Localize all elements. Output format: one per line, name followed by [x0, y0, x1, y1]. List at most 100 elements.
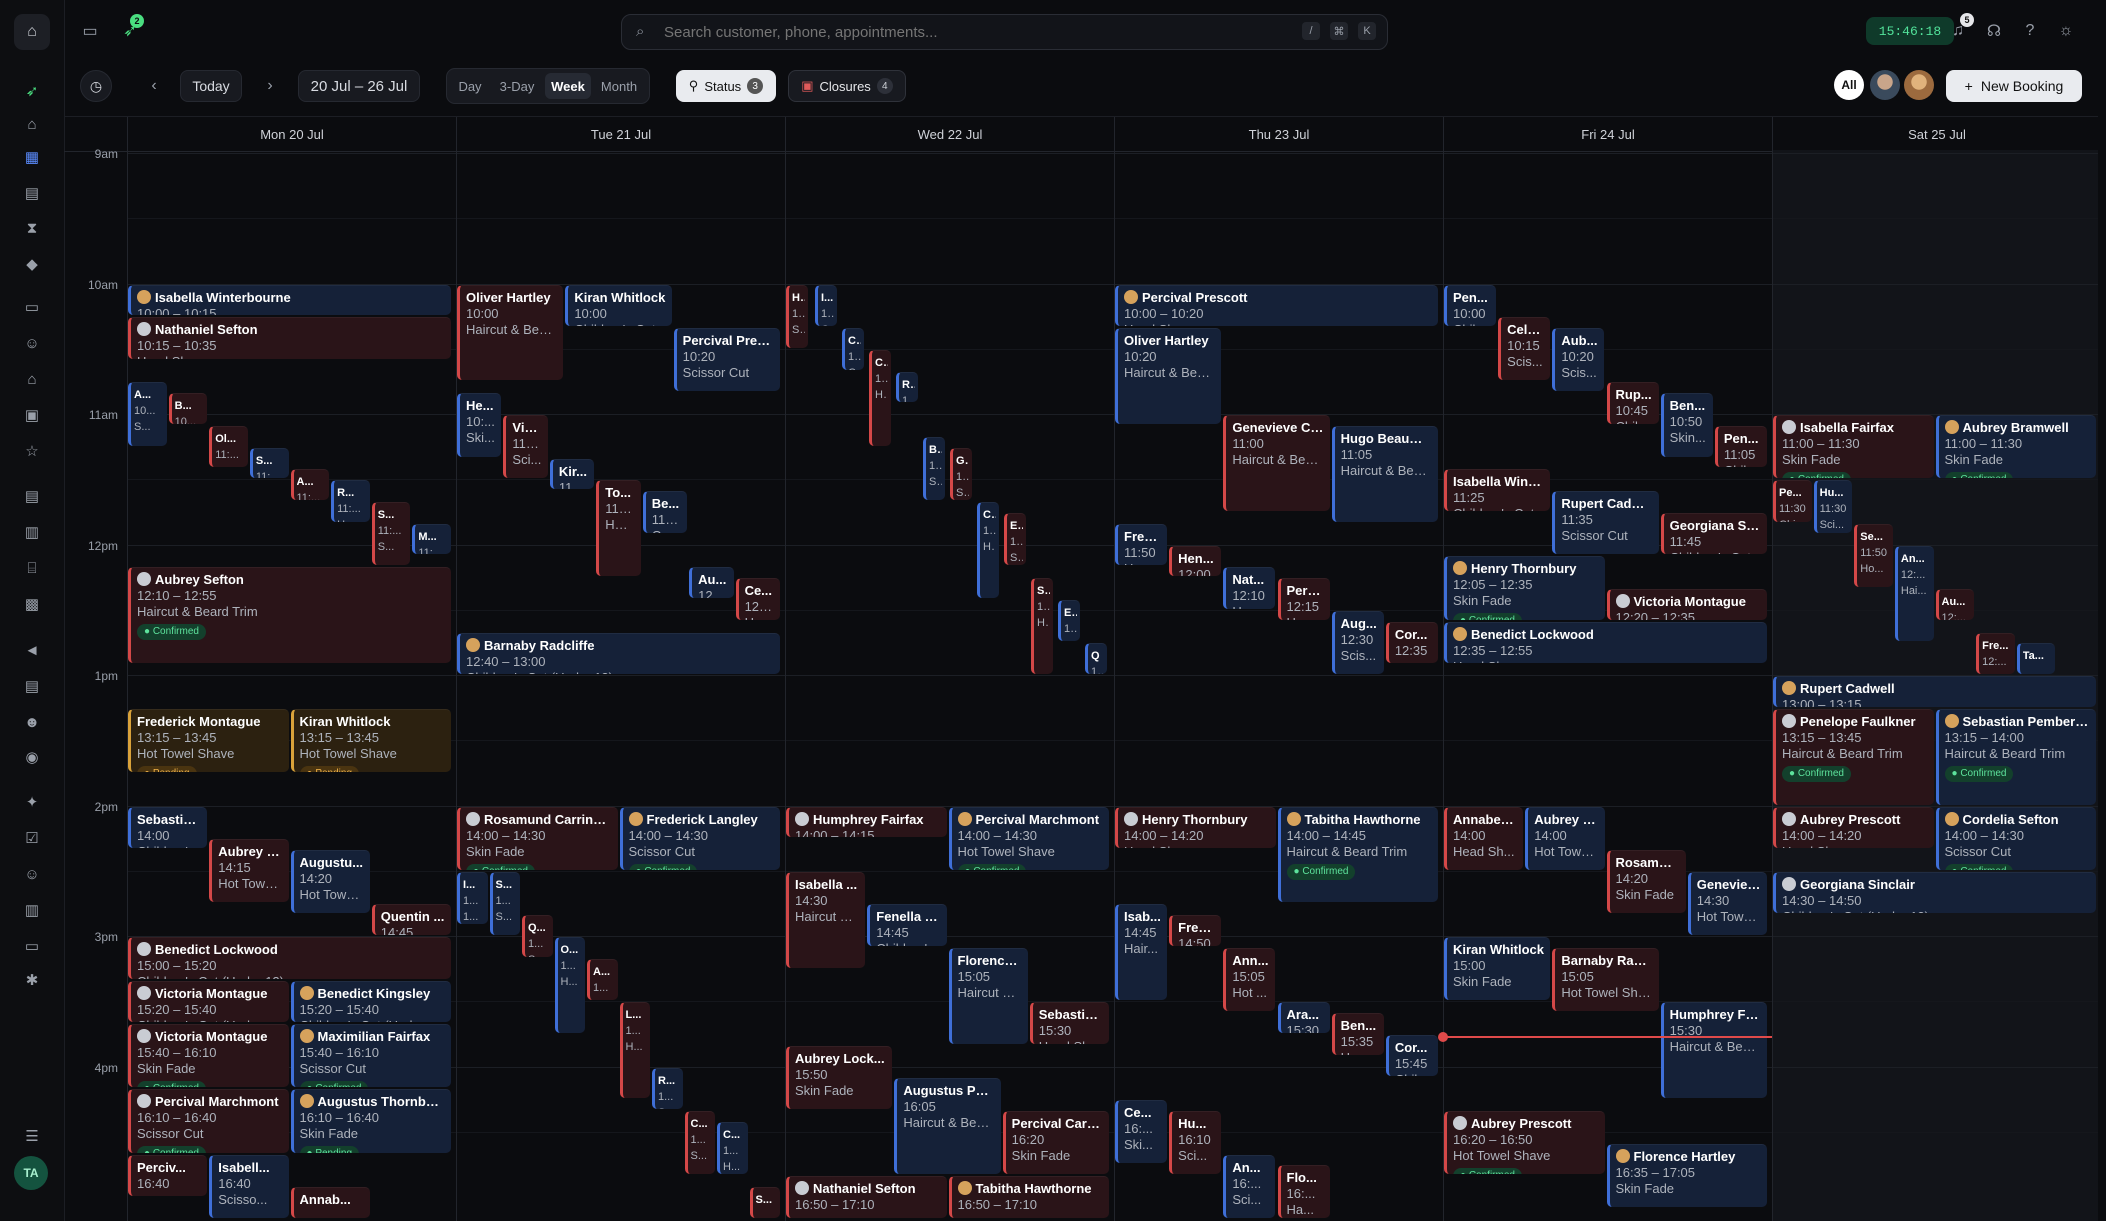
appointment-card[interactable]: Hugo Beaumo... 11:05 Haircut & Bear...	[1331, 425, 1438, 522]
appointment-card[interactable]: S... 1... S...	[489, 871, 520, 935]
appointment-card[interactable]: Penelope Faulkner 13:15 – 13:45 Haircut & …	[1773, 708, 1934, 805]
appointment-card[interactable]: Isab... 14:45 Hair...	[1115, 904, 1168, 1001]
receipt-icon[interactable]: ▥	[20, 520, 44, 544]
appointment-card[interactable]: R... 1... S...	[652, 1067, 683, 1109]
appointment-card[interactable]: Sebastia...14:00Children's Cut	[128, 806, 208, 848]
appointment-card[interactable]: Benedict Lockwood12:35 – 12:55Head Shave	[1444, 621, 1767, 664]
alert-circle-icon[interactable]: ◉	[20, 745, 44, 769]
appointment-card[interactable]: Se... 11:50 Ho...	[1854, 523, 1893, 587]
appointment-card[interactable]: Fre... 12:...	[1976, 632, 2015, 674]
appointment-card[interactable]: To... 11:30 Hai...	[596, 480, 641, 577]
appointment-card[interactable]: I... 1... 1...	[457, 871, 488, 925]
day-header[interactable]: Mon 20 Jul	[127, 117, 456, 151]
appointment-card[interactable]: Tabitha Hawthorne 14:00 – 14:45 Haircut & …	[1277, 806, 1438, 903]
appointment-card[interactable]: Percival Marchmont 16:10 – 16:40 Scissor C…	[128, 1089, 289, 1153]
appointment-card[interactable]: Kiran Whitlock10:00Children's Cut	[565, 284, 672, 326]
bar-chart-icon[interactable]: ▥	[20, 898, 44, 922]
appointment-card[interactable]: Humphrey Fai... 15:30 Haircut & Bear...	[1660, 1002, 1767, 1099]
staff-avatar[interactable]	[1870, 70, 1900, 100]
appointment-card[interactable]: Vic... 11:00 Sci...	[503, 415, 548, 479]
appointment-card[interactable]: E... 1... S...	[1004, 512, 1026, 566]
appointment-card[interactable]: An... 16:... Sci...	[1223, 1154, 1276, 1218]
appointment-card[interactable]: Rupert Cadwell 13:00 – 13:15	[1773, 676, 2096, 707]
appointment-card[interactable]: Fenella B...14:45Children'...	[867, 904, 947, 946]
user-avatar[interactable]: TA	[14, 1156, 48, 1190]
appointment-card[interactable]: C... 1... S...	[684, 1111, 715, 1175]
search-input[interactable]	[662, 21, 1186, 43]
day-header[interactable]: Fri 24 Jul	[1443, 117, 1772, 151]
appointment-card[interactable]: Sebastia...15:30Head Sh...	[1029, 1002, 1109, 1044]
appointment-card[interactable]: Be...11:35Chi...	[642, 491, 688, 533]
appointment-card[interactable]: Au...12:...He...	[1935, 589, 1975, 620]
appointment-card[interactable]: Percival Pres... 10:20 Scissor Cut	[673, 328, 780, 392]
appointment-card[interactable]: Ce...12:15Hea...	[735, 578, 780, 620]
appointment-card[interactable]: Frederick Montague 13:15 – 13:45 Hot Towel…	[128, 708, 289, 772]
appointment-card[interactable]: Nathaniel Sefton10:15 – 10:35Head Shave	[128, 317, 451, 359]
staff-filter-all[interactable]: All	[1834, 70, 1864, 100]
appointment-card[interactable]: C... 1... H...	[869, 349, 891, 446]
store-icon[interactable]: ⌂	[20, 367, 44, 391]
today-button[interactable]: Today	[180, 70, 242, 102]
appointment-card[interactable]: Barnaby Radc... 15:05 Hot Towel Sha...	[1552, 947, 1659, 1012]
staff-avatar[interactable]	[1904, 70, 1934, 100]
calendar-icon[interactable]: ▦	[20, 145, 44, 169]
appointment-card[interactable]: Victoria Montague15:40 – 16:10Skin Fade ●…	[128, 1024, 289, 1088]
appointment-card[interactable]: Henry Thornbury14:00 – 14:20Head Shave	[1115, 806, 1276, 848]
headset-icon[interactable]: ☊	[1982, 19, 2006, 43]
id-card-icon[interactable]: ▣	[20, 403, 44, 427]
appointment-card[interactable]: Kiran Whitlock 15:00 Skin Fade	[1444, 937, 1551, 1001]
prev-week-button[interactable]: ‹	[142, 74, 166, 98]
appointment-card[interactable]: Georgiana Sinclair14:30 – 14:50Children'…	[1773, 871, 2096, 914]
users-icon[interactable]: ☺	[20, 331, 44, 355]
help-icon[interactable]: ?	[2018, 19, 2042, 43]
sidebar-toggle-icon[interactable]: ▭	[78, 19, 102, 43]
appointment-card[interactable]: Au... 12:10	[689, 567, 734, 598]
appointment-card[interactable]: S...	[749, 1187, 780, 1218]
appointment-card[interactable]: Pen...10:00Chil...	[1444, 284, 1497, 326]
appointment-card[interactable]: Isabella Fairfax11:00 – 11:30Skin Fade ● …	[1773, 415, 1934, 479]
appointment-card[interactable]: Aubrey P... 14:15 Hot Towe...	[209, 839, 289, 903]
user-check-icon[interactable]: ☺	[20, 862, 44, 886]
appointment-card[interactable]: Cordelia Sefton14:00 – 14:30Scissor Cut ●…	[1935, 806, 2096, 870]
appointment-card[interactable]: Rosamun... 14:20 Skin Fade	[1606, 850, 1686, 914]
appointment-card[interactable]: Ara... 15:30	[1277, 1002, 1330, 1033]
view-day[interactable]: Day	[451, 73, 489, 99]
appointment-card[interactable]: Kiran Whitlock 13:15 – 13:45 Hot Towel Sha…	[290, 708, 451, 772]
appointment-card[interactable]: E... 1...	[1058, 599, 1080, 642]
appointment-card[interactable]: Isabella Winte...11:25Children's Cut	[1444, 469, 1551, 511]
appointment-card[interactable]: Kir... 11:20	[549, 458, 595, 490]
view-month[interactable]: Month	[593, 73, 645, 99]
appointment-card[interactable]: Rosamund Carrington 14:00 – 14:30 Skin Fad…	[457, 806, 618, 870]
history-icon[interactable]: ◷	[80, 70, 112, 102]
folder-icon[interactable]: ▭	[20, 934, 44, 958]
star-icon[interactable]: ☆	[20, 439, 44, 463]
appointment-card[interactable]: Percival Prescott10:00 – 10:20Head Shave	[1115, 284, 1438, 326]
graduation-cap-icon[interactable]: ◆	[20, 252, 44, 276]
sliders-icon[interactable]: ☰	[20, 1124, 44, 1148]
appointment-card[interactable]: Maximilian Fairfax 15:40 – 16:10 Scissor C…	[290, 1024, 451, 1088]
home-icon[interactable]: ⌂	[20, 112, 44, 136]
appointment-card[interactable]: A... 11:...	[290, 469, 330, 500]
appointment-card[interactable]: O... 1... H...	[554, 937, 585, 1033]
appointment-card[interactable]: Florence Hartley 16:35 – 17:05 Skin Fade	[1606, 1143, 1767, 1207]
appointment-card[interactable]: Benedict Lockwood15:00 – 15:20Children's…	[128, 937, 451, 979]
clipboard-icon[interactable]: ▤	[20, 674, 44, 698]
appointment-card[interactable]: Nat...12:10Hea...	[1223, 567, 1276, 609]
appointment-card[interactable]: Nathaniel Sefton 16:50 – 17:10	[786, 1176, 947, 1218]
gift-icon[interactable]: ▩	[20, 592, 44, 616]
appointment-card[interactable]: Aubrey Prescott 16:20 – 16:50 Hot Towel Sh…	[1444, 1111, 1605, 1175]
appointment-card[interactable]: Annabel ... 14:00 Head Sh...	[1444, 806, 1524, 870]
appointment-card[interactable]: B... 10...	[168, 393, 208, 424]
hourglass-icon[interactable]: ⧗	[20, 216, 44, 240]
appointment-card[interactable]: Aubrey Lock... 15:50 Skin Fade	[786, 1045, 893, 1109]
appointment-card[interactable]: R... 1...	[896, 371, 918, 403]
appointment-card[interactable]: Humphrey Fairfax 14:00 – 14:15	[786, 806, 947, 838]
appointment-card[interactable]: R... 11:...H...	[331, 480, 370, 522]
settings-icon[interactable]: ✱	[20, 968, 44, 992]
appointment-card[interactable]: L... 1... H...	[619, 1002, 650, 1099]
rocket-icon[interactable]: ➶	[20, 79, 44, 103]
new-booking-button[interactable]: + New Booking	[1946, 70, 2082, 102]
shop-icon[interactable]: ⌂	[14, 14, 50, 50]
appointment-card[interactable]: Aub... 10:20 Scis...	[1552, 328, 1605, 392]
appointment-card[interactable]: Perciv... 16:40	[128, 1154, 208, 1196]
